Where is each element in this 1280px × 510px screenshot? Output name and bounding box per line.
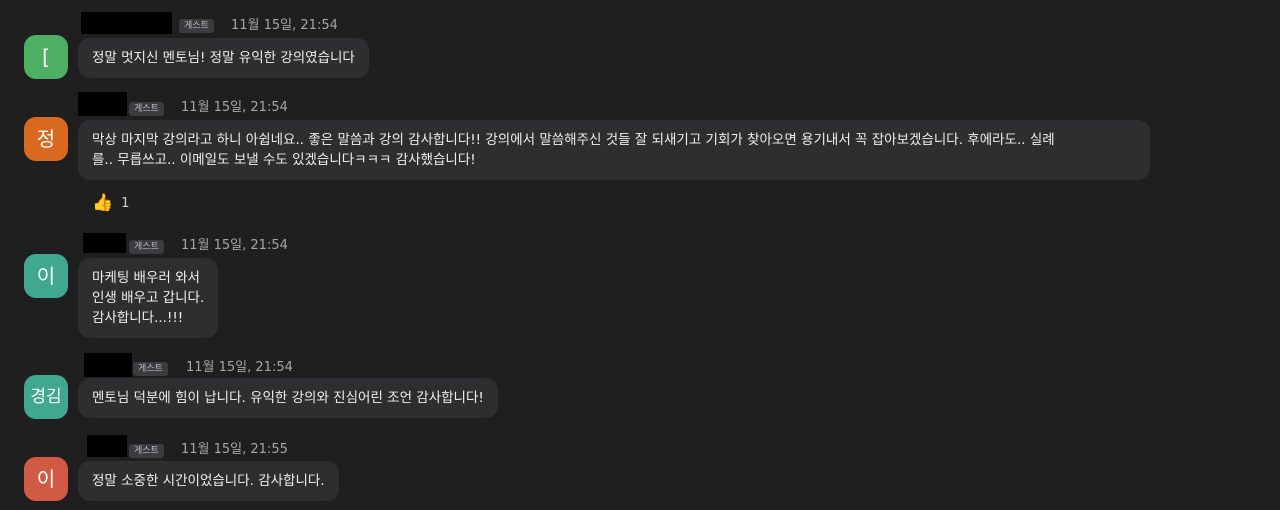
message-bubble: 정말 소중한 시간이었습니다. 감사합니다. — [78, 461, 339, 501]
message-text: 마케팅 배우러 와서 — [92, 270, 200, 286]
message-text: 를.. 무릅쓰고.. 이메일도 보낼 수도 있겠습니다ㅋㅋㅋ 감사했습니다! — [92, 152, 476, 168]
redacted-username — [81, 12, 172, 34]
message-bubble: 정말 멋지신 멘토님! 정말 유익한 강의였습니다 — [78, 38, 369, 78]
message-timestamp: 11월 15일, 21:54 — [181, 100, 288, 115]
redacted-username — [83, 233, 126, 253]
reaction-count: 1 — [121, 195, 130, 211]
message-bubble: 멘토님 덕분에 힘이 납니다. 유익한 강의와 진심어린 조언 감사합니다! — [78, 378, 498, 418]
guest-badge: 게스트 — [129, 240, 164, 254]
avatar[interactable]: [ — [24, 35, 68, 79]
avatar[interactable]: 이 — [24, 457, 68, 501]
guest-badge: 게스트 — [129, 102, 164, 116]
message-text: 인생 배우고 갑니다. — [92, 290, 205, 306]
message-bubble: 마케팅 배우러 와서 인생 배우고 갑니다. 감사합니다...!!! — [78, 258, 219, 338]
guest-badge: 게스트 — [179, 19, 214, 33]
reaction-chip[interactable]: 👍 1 — [92, 191, 129, 215]
avatar[interactable]: 경김 — [24, 375, 68, 419]
message-bubble: 막상 마지막 강의라고 하니 아쉽네요.. 좋은 말씀과 강의 감사합니다!! … — [78, 120, 1150, 180]
message-timestamp: 11월 15일, 21:54 — [181, 238, 288, 253]
redacted-username — [87, 435, 127, 457]
message-timestamp: 11월 15일, 21:55 — [181, 442, 288, 457]
thumbs-up-icon: 👍 — [92, 193, 114, 213]
guest-badge: 게스트 — [133, 362, 168, 376]
message-timestamp: 11월 15일, 21:54 — [186, 360, 293, 375]
message-timestamp: 11월 15일, 21:54 — [231, 18, 338, 33]
redacted-username — [78, 92, 127, 116]
message-text: 막상 마지막 강의라고 하니 아쉽네요.. 좋은 말씀과 강의 감사합니다!! … — [92, 132, 1055, 148]
avatar[interactable]: 이 — [24, 254, 68, 298]
redacted-username — [84, 353, 132, 377]
message-text: 멘토님 덕분에 힘이 납니다. 유익한 강의와 진심어린 조언 감사합니다! — [92, 390, 484, 406]
message-text: 정말 멋지신 멘토님! 정말 유익한 강의였습니다 — [92, 50, 355, 66]
message-text: 정말 소중한 시간이었습니다. 감사합니다. — [92, 473, 325, 489]
guest-badge: 게스트 — [129, 444, 164, 458]
message-text: 감사합니다...!!! — [92, 310, 184, 326]
chat-feed: 게스트 11월 15일, 21:54 [ 정말 멋지신 멘토님! 정말 유익한 … — [0, 0, 1280, 510]
avatar[interactable]: 정 — [24, 117, 68, 161]
